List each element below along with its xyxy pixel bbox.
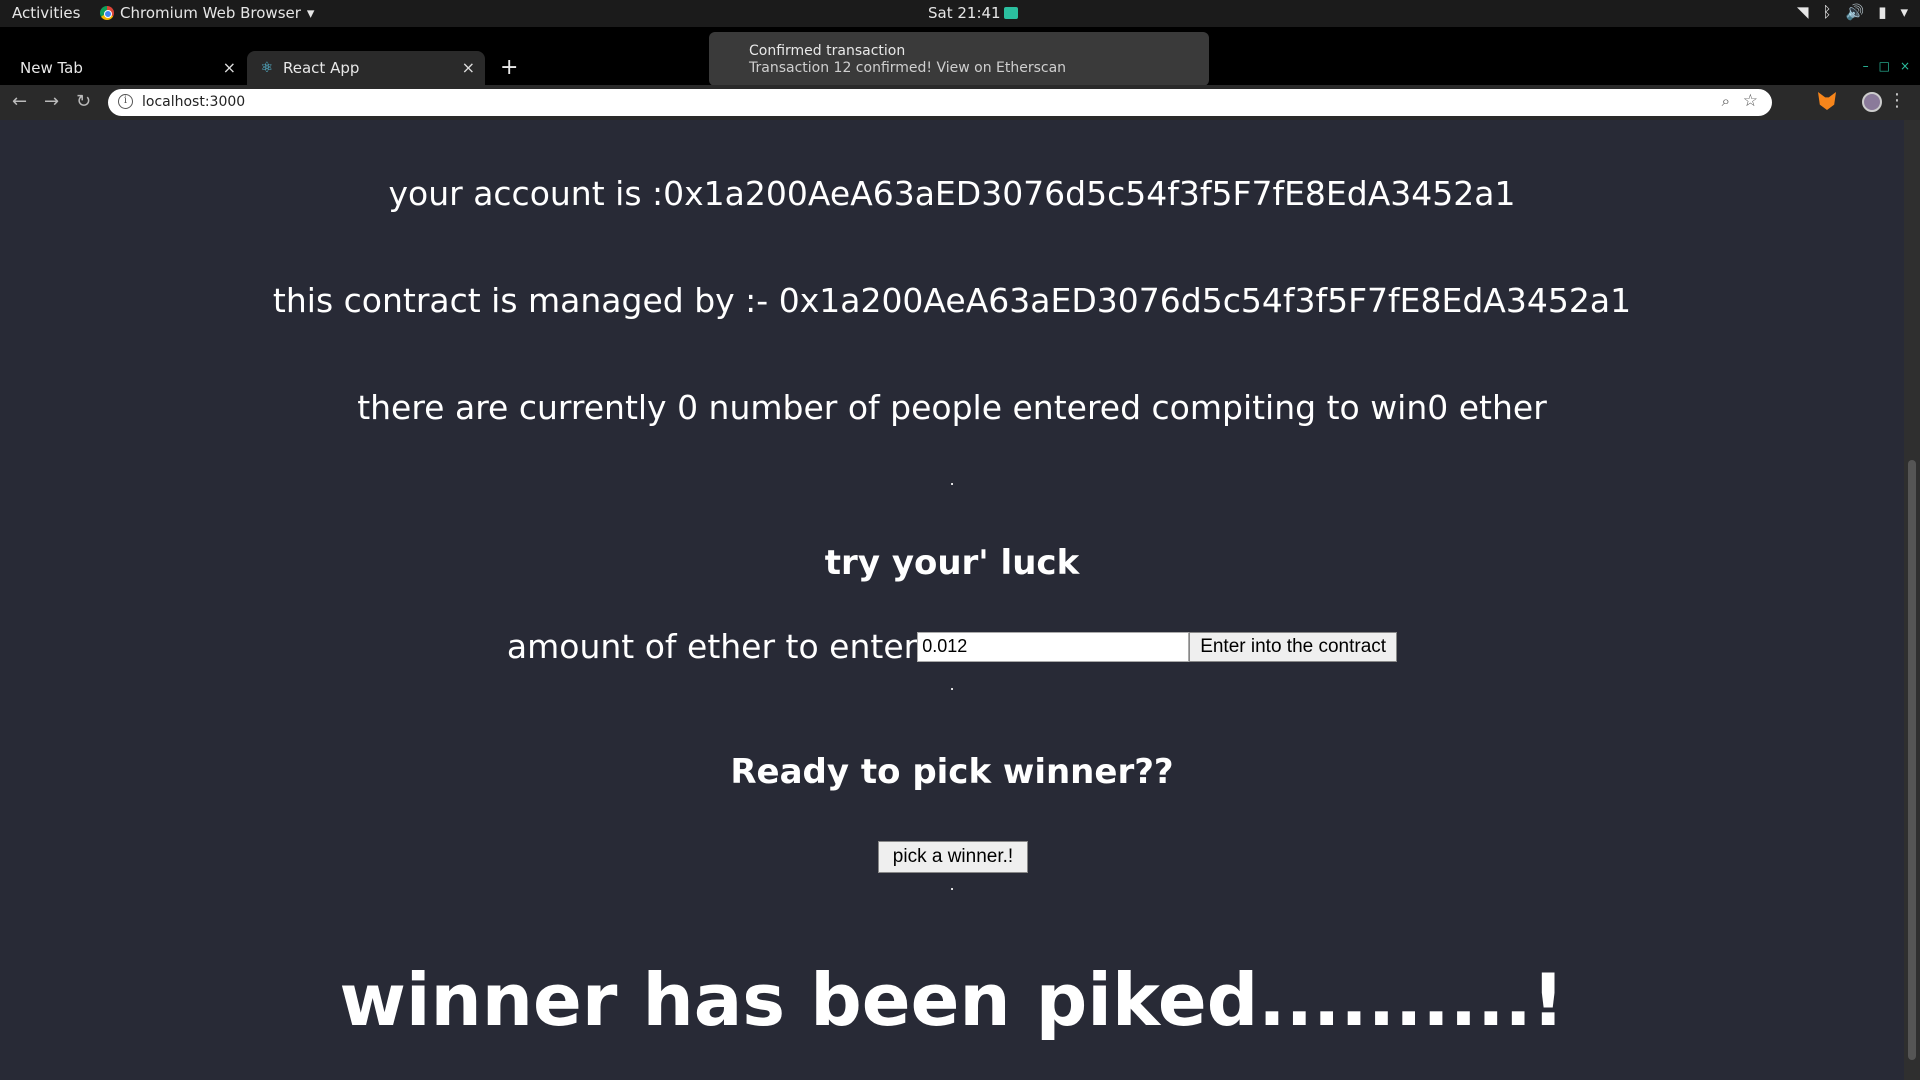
- tab-title: New Tab: [20, 59, 83, 77]
- window-controls: – □ ×: [1863, 59, 1910, 73]
- maximize-icon[interactable]: □: [1879, 59, 1890, 73]
- notification-message: Transaction 12 confirmed! View on Ethers…: [749, 60, 1067, 76]
- url-text[interactable]: localhost:3000: [142, 94, 245, 110]
- amount-label: amount of ether to enter: [506, 627, 918, 666]
- new-tab-button[interactable]: +: [500, 55, 518, 80]
- chromium-icon: [100, 6, 114, 20]
- notification-badge-icon: [1003, 7, 1018, 19]
- app-menu-label: Chromium Web Browser: [120, 4, 301, 22]
- reload-icon[interactable]: ↻: [76, 91, 91, 112]
- tab-close-icon[interactable]: ×: [462, 58, 475, 77]
- system-tray[interactable]: ◥ ᛒ 🔊 ▮ ▾: [1797, 3, 1908, 21]
- app-menu[interactable]: Chromium Web Browser ▾: [100, 4, 314, 22]
- separator-dot: .: [949, 675, 955, 694]
- forward-icon[interactable]: →: [44, 91, 59, 112]
- players-line: there are currently 0 number of people e…: [357, 388, 1547, 427]
- battery-icon: ▮: [1878, 3, 1887, 21]
- wifi-icon: ◥: [1796, 3, 1809, 21]
- site-info-icon[interactable]: i: [118, 94, 133, 109]
- clock-label: Sat 21:41: [928, 4, 1001, 22]
- activities-button[interactable]: Activities: [12, 4, 80, 22]
- browser-toolbar: ← → ↻ i localhost:3000 ⌕ ☆ ⋮: [0, 85, 1920, 120]
- clock[interactable]: Sat 21:41: [928, 4, 1018, 22]
- notification-title: Confirmed transaction: [749, 43, 906, 59]
- try-luck-heading: try your' luck: [824, 543, 1080, 583]
- tab-react-app[interactable]: ⚛ React App ×: [247, 51, 485, 85]
- scrollbar-thumb[interactable]: [1908, 460, 1916, 1060]
- notification-toast[interactable]: Confirmed transaction Transaction 12 con…: [709, 32, 1209, 86]
- close-window-icon[interactable]: ×: [1900, 59, 1910, 73]
- bluetooth-icon: ᛒ: [1822, 3, 1832, 21]
- volume-icon: 🔊: [1845, 3, 1865, 21]
- manager-line: this contract is managed by :- 0x1a200Ae…: [272, 281, 1632, 320]
- browser-menu-icon[interactable]: ⋮: [1888, 90, 1906, 111]
- profile-avatar[interactable]: [1862, 92, 1882, 112]
- react-icon: ⚛: [260, 60, 274, 76]
- app-menu-caret-icon: ▾: [306, 4, 315, 22]
- enter-form: amount of ether to enter Enter into the …: [0, 627, 1904, 666]
- separator-dot: .: [949, 470, 955, 489]
- minimize-icon[interactable]: –: [1863, 59, 1869, 73]
- power-menu-caret-icon: ▾: [1900, 3, 1908, 21]
- address-bar[interactable]: i localhost:3000 ⌕ ☆: [108, 89, 1772, 116]
- bookmark-star-icon[interactable]: ☆: [1743, 91, 1758, 111]
- amount-input[interactable]: [917, 631, 1190, 662]
- zoom-icon[interactable]: ⌕: [1722, 92, 1730, 110]
- separator-dot: .: [949, 875, 955, 894]
- metamask-extension-icon[interactable]: [1818, 92, 1836, 110]
- back-icon[interactable]: ←: [12, 91, 27, 112]
- tab-close-icon[interactable]: ×: [223, 58, 236, 77]
- tab-title: React App: [283, 59, 360, 77]
- pick-winner-button[interactable]: pick a winner.!: [878, 841, 1028, 873]
- system-top-bar: Activities Chromium Web Browser ▾ Sat 21…: [0, 0, 1920, 27]
- page-content: your account is :0x1a200AeA63aED3076d5c5…: [0, 120, 1904, 1080]
- page-scrollbar[interactable]: [1904, 120, 1920, 1080]
- enter-contract-button[interactable]: Enter into the contract: [1189, 631, 1398, 662]
- winner-message: winner has been piked..........!: [339, 958, 1565, 1042]
- account-line: your account is :0x1a200AeA63aED3076d5c5…: [388, 174, 1516, 213]
- tab-new-tab[interactable]: New Tab ×: [0, 51, 246, 85]
- pick-winner-heading: Ready to pick winner??: [730, 752, 1174, 792]
